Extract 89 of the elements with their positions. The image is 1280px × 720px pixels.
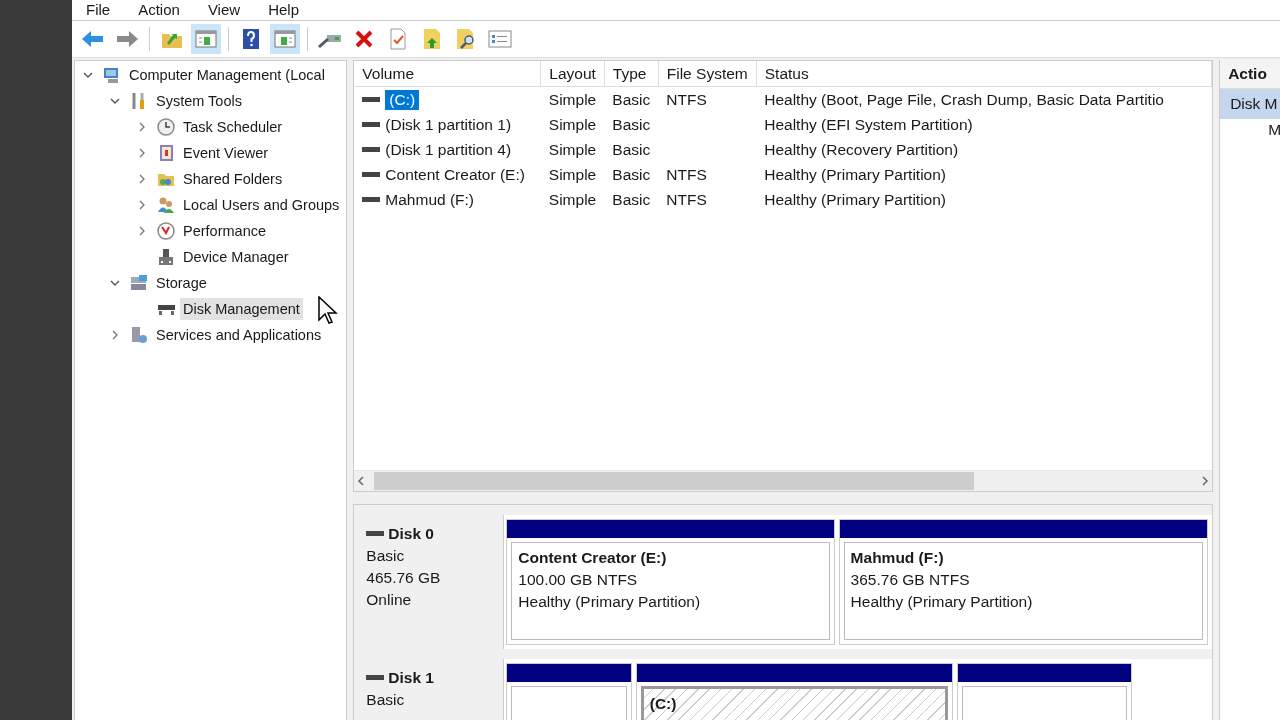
disk-name: Disk 0 — [388, 524, 434, 544]
table-cell: Healthy (EFI System Partition) — [764, 115, 973, 133]
tree-item[interactable]: System Tools — [153, 90, 245, 112]
tree-item[interactable]: Event Viewer — [180, 142, 272, 164]
pane-link[interactable]: Disk M — [1220, 89, 1280, 119]
folder-arrow-icon[interactable] — [422, 28, 442, 50]
tree-item[interactable]: Disk Management — [180, 298, 303, 320]
tree-item[interactable]: Performance — [180, 220, 269, 242]
drive-icon — [366, 674, 385, 682]
drive-label[interactable]: (Disk 1 partition 1) — [385, 115, 512, 134]
table-cell: Healthy (Primary Partition) — [764, 165, 946, 183]
list-icon[interactable] — [488, 29, 512, 49]
log-book-icon — [157, 144, 175, 162]
table-cell: Basic — [612, 190, 651, 208]
table-cell: Simple — [548, 140, 597, 158]
tree-item[interactable]: Storage — [153, 272, 210, 294]
table-cell: NTFS — [666, 90, 707, 108]
users-icon — [157, 196, 175, 214]
computer-icon — [103, 66, 121, 84]
gauge-icon — [157, 222, 175, 240]
help-icon[interactable] — [241, 28, 261, 50]
drive-icon — [362, 195, 381, 204]
disk-detail: 465.76 GB — [366, 568, 442, 588]
menu-item[interactable]: Action — [124, 0, 194, 20]
disk-name: Disk 1 — [388, 668, 434, 688]
table-cell: Healthy (Recovery Partition) — [764, 140, 959, 158]
column-header[interactable]: File System — [658, 61, 757, 87]
table-cell: Healthy (Primary Partition) — [764, 190, 946, 208]
menu-item[interactable]: File — [72, 0, 125, 20]
services-icon — [130, 326, 148, 344]
table-cell: Basic — [612, 90, 651, 108]
tree-item[interactable]: Local Users and Groups — [180, 194, 343, 216]
actions-header: Actio — [1220, 60, 1280, 89]
tree-item[interactable]: Device Manager — [180, 246, 292, 268]
partition-status: Healthy (Primary Partition) — [518, 592, 702, 612]
menu-item[interactable]: View — [193, 0, 255, 20]
column-header[interactable]: Volume — [354, 61, 541, 87]
table-cell: NTFS — [666, 190, 707, 208]
disk-detail: Basic — [366, 546, 406, 566]
drive-icon — [366, 530, 385, 538]
column-header[interactable]: Layout — [540, 61, 605, 87]
partition-status: Healthy (Primary Partition) — [850, 592, 1034, 612]
menu-item[interactable]: Help — [254, 0, 313, 20]
table-cell: Simple — [548, 115, 597, 133]
forward-icon[interactable] — [115, 29, 139, 49]
clock-icon — [157, 118, 175, 136]
drive-label[interactable]: (C:) — [385, 89, 420, 110]
storage-icon — [130, 274, 148, 292]
drive-label[interactable]: Content Creator (E:) — [385, 165, 525, 184]
mouse-pointer-icon — [318, 296, 338, 326]
tree-item[interactable]: Shared Folders — [180, 168, 286, 190]
drive-label[interactable]: Mahmud (F:) — [385, 190, 475, 209]
partition-block[interactable]: Mahmud (F:) 365.76 GB NTFS Healthy (Primary Partition) — [838, 519, 1209, 645]
tree-item[interactable]: Services and Applications — [153, 324, 325, 346]
partition-name: Content Creator (E:) — [518, 548, 668, 568]
drive-icon — [362, 95, 381, 104]
table-cell: Basic — [612, 140, 651, 158]
pane-link[interactable]: M — [1220, 119, 1280, 141]
tree-item[interactable]: Computer Management (Local — [126, 64, 328, 86]
disk-detail: Online — [366, 590, 413, 610]
table-cell: Simple — [548, 190, 597, 208]
partition-size: 100.00 GB NTFS — [518, 570, 639, 590]
tree-item[interactable]: Task Scheduler — [180, 116, 286, 138]
drive-icon — [362, 120, 381, 129]
table-cell: NTFS — [666, 165, 707, 183]
table-cell: Healthy (Boot, Page File, Crash Dump, Basic Data Partitio — [764, 90, 1164, 108]
table-cell: Basic — [612, 165, 651, 183]
table-cell: Simple — [548, 165, 597, 183]
properties-icon[interactable] — [388, 28, 408, 50]
partition-name: Mahmud (F:) — [850, 548, 945, 568]
delete-icon[interactable] — [354, 29, 374, 49]
device-icon — [157, 248, 175, 266]
partition-block[interactable]: (C:) — [635, 663, 954, 720]
horizontal-scrollbar[interactable] — [354, 470, 1213, 491]
partition-name: (C:) — [649, 694, 678, 714]
show-pane-icon[interactable] — [274, 29, 296, 49]
disk-detail: Basic — [366, 690, 406, 710]
column-header[interactable]: Type — [604, 61, 659, 87]
show-tree-icon[interactable] — [195, 29, 217, 49]
drive-label[interactable]: (Disk 1 partition 4) — [385, 140, 512, 159]
partition-size: 365.76 GB NTFS — [850, 570, 971, 590]
partition-block[interactable]: Content Creator (E:) 100.00 GB NTFS Healthy (Primary Partition) — [506, 519, 835, 645]
table-cell: Simple — [548, 90, 597, 108]
table-cell: Basic — [612, 115, 651, 133]
back-icon[interactable] — [81, 29, 105, 49]
folder-search-icon[interactable] — [455, 28, 477, 50]
drive-icon — [362, 145, 381, 154]
drive-icon — [362, 170, 381, 179]
column-header[interactable]: Status — [756, 61, 1212, 87]
